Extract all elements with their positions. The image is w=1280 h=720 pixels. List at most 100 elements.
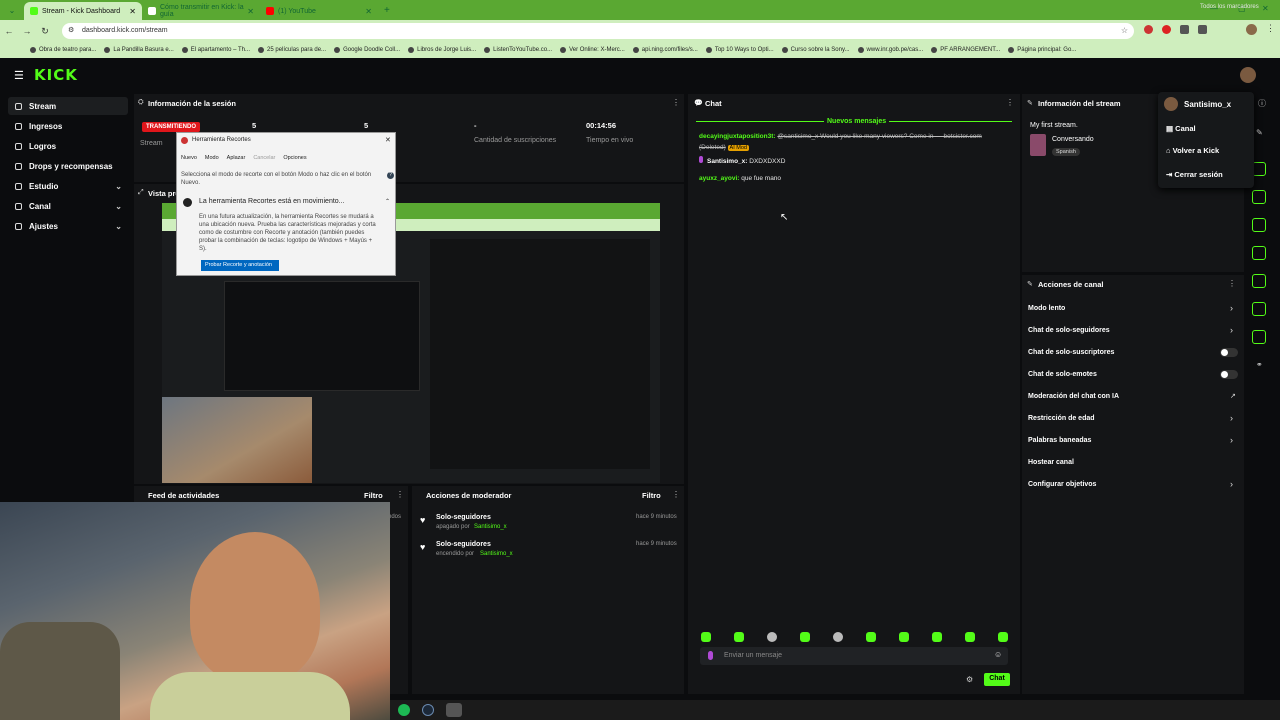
bookmark-item[interactable]: Obra de teatro para...: [30, 47, 96, 53]
extensions-icon[interactable]: [1180, 25, 1189, 34]
toggle-switch[interactable]: [1220, 348, 1238, 357]
emote-icon[interactable]: [932, 632, 942, 642]
back-icon[interactable]: ←: [0, 26, 18, 36]
emote-icon[interactable]: [899, 632, 909, 642]
bookmark-item[interactable]: Ver Online: X-Merc...: [560, 47, 625, 53]
new-tab-icon[interactable]: +: [384, 5, 390, 16]
forward-icon[interactable]: →: [18, 26, 36, 36]
close-icon[interactable]: ✕: [129, 7, 136, 16]
record-extension-icon[interactable]: [1162, 25, 1171, 34]
info-icon[interactable]: ⓘ: [1258, 98, 1266, 109]
snip-toolbar-modo-button[interactable]: Modo: [205, 155, 219, 161]
more-options-icon[interactable]: ⋮: [672, 490, 680, 499]
emote-icon[interactable]: [734, 632, 744, 642]
channel-action-3[interactable]: Chat de solo-emotes: [1028, 371, 1097, 378]
chat-username[interactable]: Santisimo_x:: [707, 158, 747, 165]
mod-action-user[interactable]: Santisimo_x: [474, 524, 507, 530]
obs-icon[interactable]: [446, 703, 462, 717]
hamburger-menu-icon[interactable]: ☰: [14, 69, 24, 82]
tab-kick-guide[interactable]: Cómo transmitir en Kick: la guía ✕: [142, 2, 260, 20]
channel-action-8[interactable]: Configurar objetivos: [1028, 481, 1096, 488]
emote-icon[interactable]: [965, 632, 975, 642]
channel-action-5[interactable]: Restricción de edad: [1028, 415, 1095, 422]
bookmark-item[interactable]: www.inr.gob.pe/cas...: [857, 47, 923, 53]
window-close-icon[interactable]: ✕: [1262, 4, 1269, 13]
download-icon[interactable]: [1198, 25, 1207, 34]
emote-icon[interactable]: [998, 632, 1008, 642]
chevron-right-icon[interactable]: ›: [1230, 479, 1233, 489]
edit-icon[interactable]: ✎: [1256, 128, 1263, 137]
snip-toolbar-cancelar-button[interactable]: Cancelar: [253, 155, 275, 161]
tab-youtube[interactable]: (1) YouTube ✕: [260, 2, 378, 20]
reload-icon[interactable]: ↻: [36, 26, 54, 37]
steam-icon[interactable]: [422, 704, 434, 716]
quick-action-icon[interactable]: [1252, 190, 1266, 204]
quick-action-icon[interactable]: [1252, 218, 1266, 232]
sidebar-item-canal[interactable]: Canal ⌄: [8, 197, 128, 215]
quick-action-icon[interactable]: [1252, 162, 1266, 176]
snip-toolbar-aplazar-button[interactable]: Aplazar: [227, 155, 246, 161]
bookmark-item[interactable]: Google Doodle Coll...: [334, 47, 400, 53]
sidebar-item-logros[interactable]: Logros: [8, 137, 128, 155]
bookmark-item[interactable]: 25 películas para de...: [258, 47, 326, 53]
channel-action-7[interactable]: Hostear canal: [1028, 459, 1074, 466]
channel-action-6[interactable]: Palabras baneadas: [1028, 437, 1091, 444]
bookmark-item[interactable]: ListenToYouTube.co...: [484, 47, 552, 53]
menu-item-channel[interactable]: ▤ Canal: [1166, 124, 1196, 133]
more-options-icon[interactable]: ⋮: [1228, 279, 1236, 288]
bookmark-item[interactable]: La Pandilla Basura e...: [104, 47, 174, 53]
mod-action-user[interactable]: Santisimo_x: [480, 551, 513, 557]
emote-icon[interactable]: [800, 632, 810, 642]
all-bookmarks-folder[interactable]: Todos los marcadores: [1200, 4, 1259, 10]
url-field[interactable]: ⚙ dashboard.kick.com/stream ☆: [62, 23, 1134, 39]
chevron-right-icon[interactable]: ›: [1230, 303, 1233, 313]
quick-action-icon[interactable]: [1252, 246, 1266, 260]
quick-action-icon[interactable]: [1252, 302, 1266, 316]
sidebar-item-ajustes[interactable]: Ajustes ⌄: [8, 217, 128, 235]
tab-kick-dashboard[interactable]: Stream - Kick Dashboard ✕: [24, 2, 142, 20]
chat-input[interactable]: Enviar un mensaje ☺: [700, 647, 1008, 665]
microphone-icon[interactable]: [708, 651, 713, 660]
bookmark-item[interactable]: Curso sobre la Sony...: [781, 47, 850, 53]
moderator-filter-button[interactable]: Filtro: [642, 491, 661, 500]
sidebar-item-ingresos[interactable]: Ingresos: [8, 117, 128, 135]
link-icon[interactable]: ⚭: [1256, 360, 1263, 369]
bookmark-item[interactable]: Libros de Jorge Luis...: [408, 47, 476, 53]
chat-username[interactable]: ayuxz_ayovi:: [699, 175, 739, 182]
close-icon[interactable]: ✕: [365, 7, 372, 16]
chat-settings-icon[interactable]: ⚙: [966, 675, 973, 684]
bookmark-item[interactable]: Página principal: Go...: [1008, 47, 1076, 53]
extension-icon[interactable]: [1144, 25, 1153, 34]
emote-icon[interactable]: [701, 632, 711, 642]
emoji-icon[interactable]: ☺: [994, 650, 1002, 659]
channel-action-4[interactable]: Moderación del chat con IA: [1028, 393, 1119, 400]
collapse-icon[interactable]: ⌃: [385, 198, 390, 205]
bookmark-star-icon[interactable]: ☆: [1121, 26, 1128, 35]
activity-filter-button[interactable]: Filtro: [364, 491, 383, 500]
external-link-icon[interactable]: ↗: [1230, 392, 1236, 400]
chevron-right-icon[interactable]: ›: [1230, 413, 1233, 423]
browser-menu-icon[interactable]: ⋮: [1266, 23, 1275, 34]
chevron-right-icon[interactable]: ›: [1230, 435, 1233, 445]
channel-action-2[interactable]: Chat de solo-suscriptores: [1028, 349, 1114, 356]
emote-icon[interactable]: [767, 632, 777, 642]
channel-action-1[interactable]: Chat de solo-seguidores: [1028, 327, 1110, 334]
chat-username[interactable]: decayingjuxtaposition3t:: [699, 133, 776, 140]
snip-toolbar-opciones-button[interactable]: Opciones: [283, 155, 306, 161]
chevron-right-icon[interactable]: ›: [1230, 325, 1233, 335]
bookmark-item[interactable]: api.ning.com/files/s...: [632, 47, 698, 53]
bookmark-item[interactable]: PF ARRANGEMENT...: [931, 47, 1000, 53]
emote-icon[interactable]: [866, 632, 876, 642]
bookmark-item[interactable]: Top 10 Ways to Opti...: [705, 47, 774, 53]
spotify-icon[interactable]: [398, 704, 410, 716]
send-chat-button[interactable]: Chat: [984, 673, 1010, 686]
tab-menu-icon[interactable]: ⌄: [0, 6, 24, 15]
menu-item-logout[interactable]: ⇥ Cerrar sesión: [1166, 170, 1223, 179]
site-info-icon[interactable]: ⚙: [68, 26, 74, 34]
bookmark-item[interactable]: El apartamento – Th...: [181, 47, 250, 53]
try-snip-and-sketch-button[interactable]: Probar Recorte y anotación: [201, 260, 279, 271]
sidebar-item-drops[interactable]: Drops y recompensas: [8, 157, 128, 175]
sidebar-item-estudio[interactable]: Estudio ⌄: [8, 177, 128, 195]
kick-logo[interactable]: KICK: [34, 66, 78, 84]
more-options-icon[interactable]: ⋮: [672, 98, 680, 107]
